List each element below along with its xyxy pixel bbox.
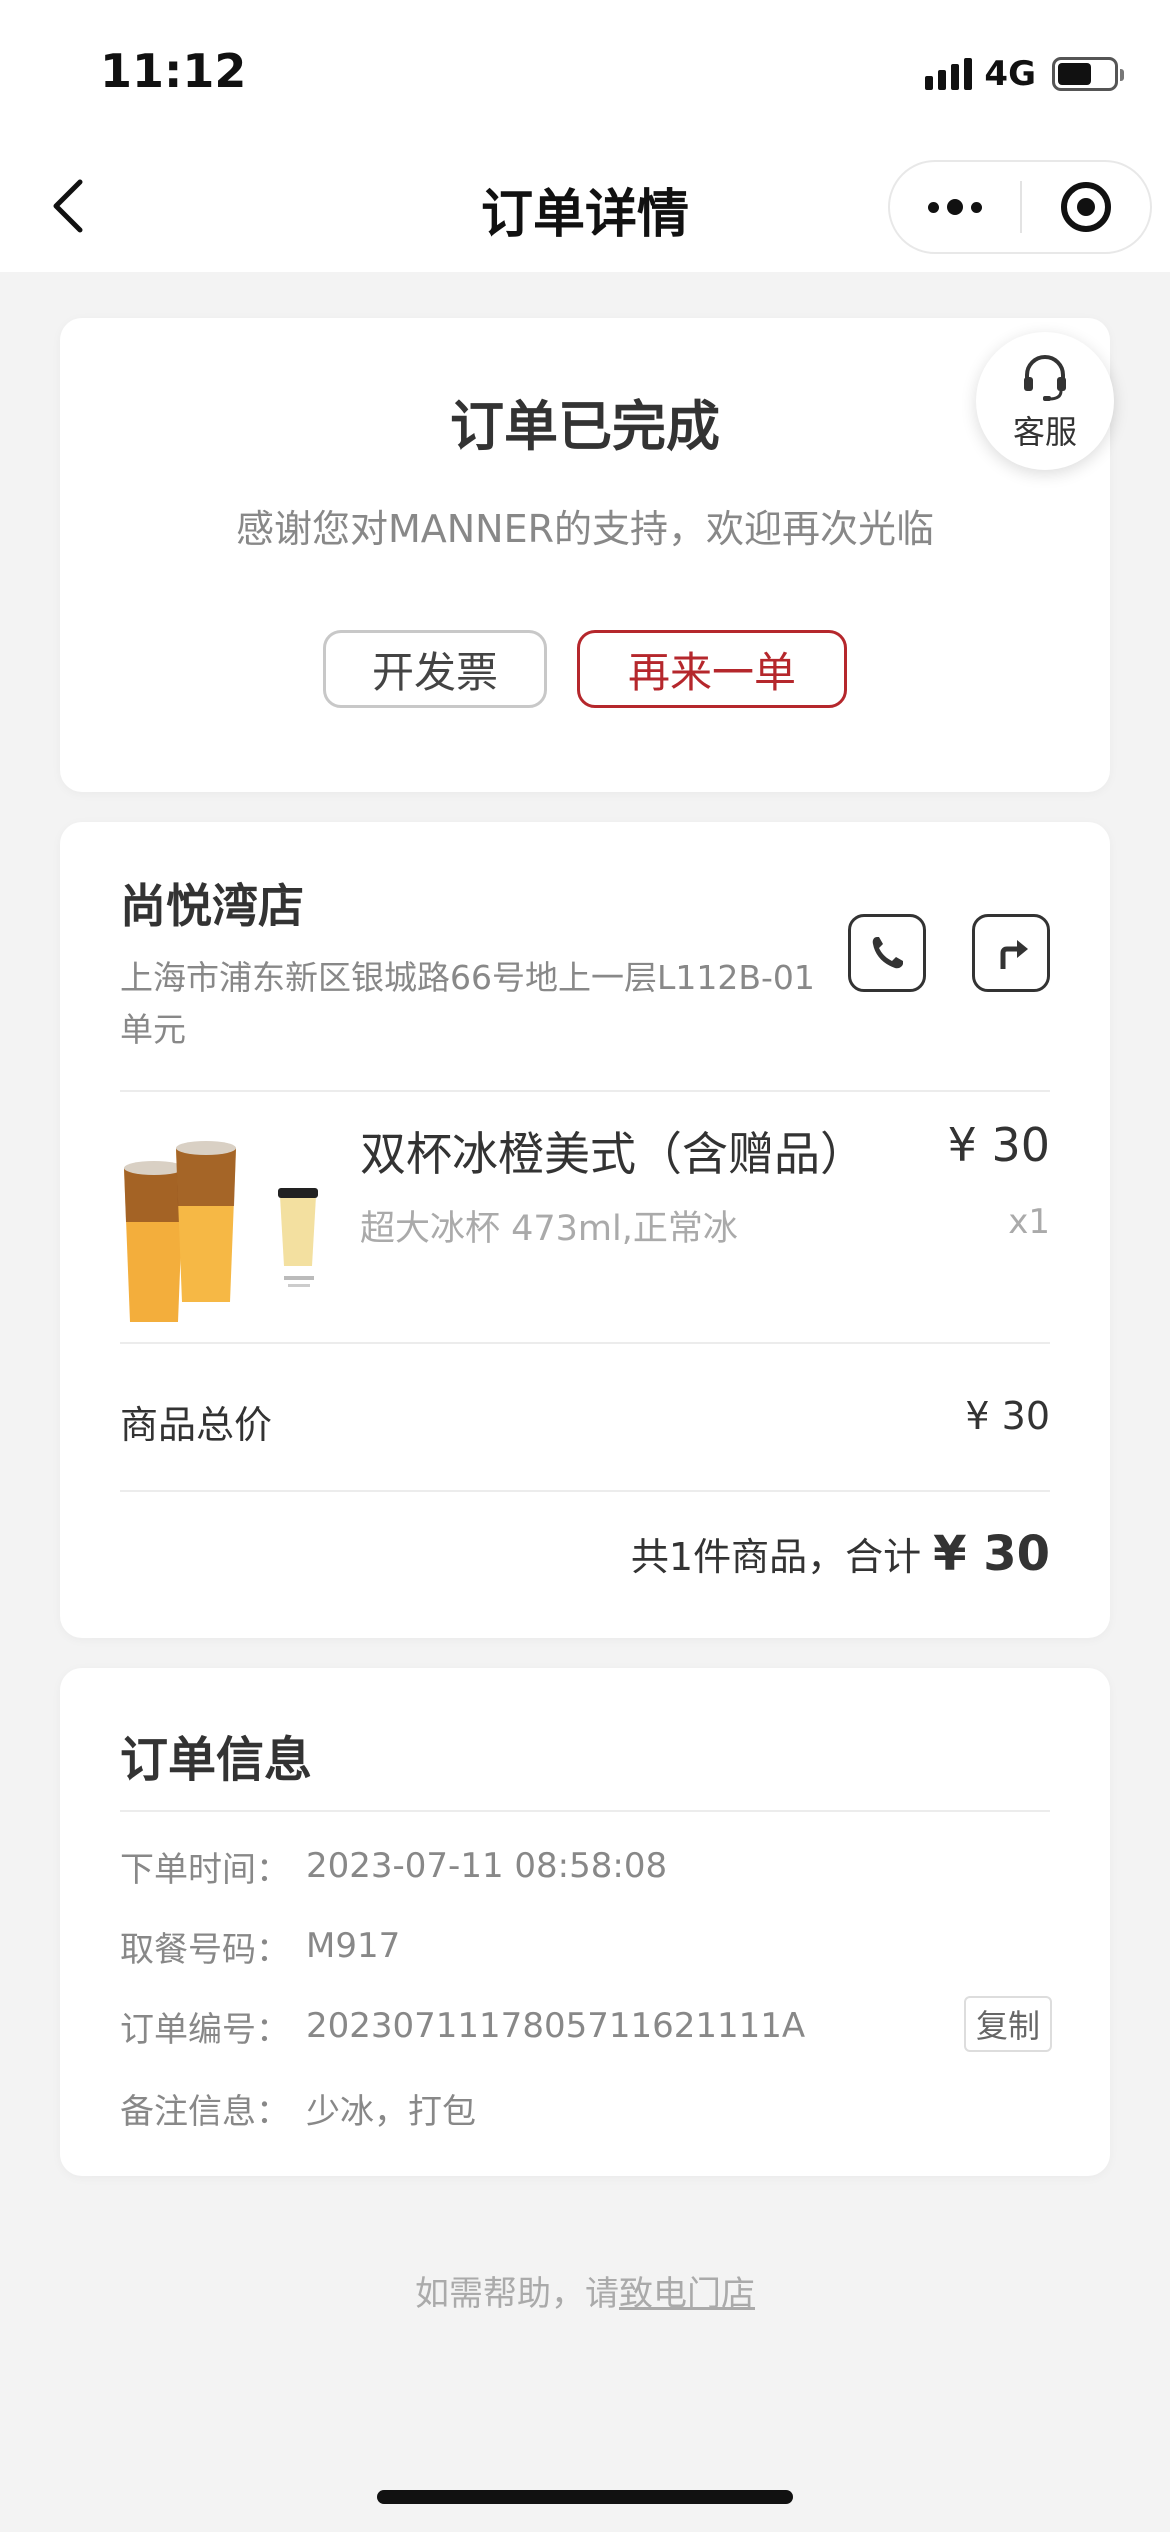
order-actions: 开发票 再来一单 — [60, 630, 1110, 708]
remarks-label: 备注信息： — [120, 2091, 290, 2132]
divider — [120, 1090, 1050, 1092]
order-time-row: 下单时间： 2023-07-11 08:58:08 — [120, 1836, 667, 1896]
order-time-value: 2023-07-11 08:58:08 — [306, 1846, 668, 1886]
product-price: ¥ 30 — [947, 1118, 1050, 1172]
remarks-value: 少冰，打包 — [306, 2091, 476, 2132]
order-status-title: 订单已完成 — [450, 395, 720, 458]
pickup-number-value: M917 — [306, 1926, 401, 1966]
product-image — [116, 1126, 336, 1326]
order-time-label: 下单时间： — [120, 1849, 290, 1890]
total-line: 共1件商品，合计 ¥ 30 — [631, 1526, 1050, 1582]
home-indicator — [377, 2490, 793, 2504]
more-dot-icon — [971, 201, 982, 213]
more-dot-icon — [928, 201, 939, 213]
close-miniprogram-button[interactable] — [1022, 162, 1150, 252]
more-button[interactable] — [890, 162, 1020, 252]
reorder-button[interactable]: 再来一单 — [577, 630, 847, 708]
product-spec: 超大冰杯 473ml,正常冰 — [360, 1209, 738, 1249]
call-store-button[interactable] — [848, 914, 926, 992]
more-dot-icon — [947, 199, 963, 215]
store-name: 尚悦湾店 — [120, 879, 304, 933]
battery-icon — [1052, 57, 1124, 91]
mini-program-capsule — [888, 160, 1152, 254]
phone-icon — [872, 937, 903, 969]
signal-icon — [925, 58, 973, 90]
remarks-row: 备注信息： 少冰，打包 — [120, 2078, 476, 2138]
divider — [120, 1810, 1050, 1812]
direction-icon — [1000, 940, 1028, 969]
help-footer: 如需帮助，请致电门店 — [0, 2266, 1170, 2315]
divider — [120, 1342, 1050, 1344]
product-name: 双杯冰橙美式（含赠品） — [360, 1127, 866, 1181]
order-number-value: 2023071117805711621111A — [306, 2006, 806, 2046]
divider — [120, 1490, 1050, 1492]
total-text: 共1件商品，合计 — [630, 1535, 922, 1579]
call-store-link[interactable]: 致电门店 — [619, 2274, 755, 2314]
store-address: 上海市浦东新区银城路66号地上一层L112B-01单元 — [120, 958, 815, 1049]
store-order-card: 尚悦湾店 上海市浦东新区银城路66号地上一层L112B-01单元 双杯冰橙美式（… — [60, 822, 1110, 1638]
help-text: 如需帮助，请 — [415, 2274, 619, 2314]
headset-icon — [1024, 355, 1066, 401]
order-status-subtitle: 感谢您对MANNER的支持，欢迎再次光临 — [235, 507, 935, 551]
network-label: 4G — [984, 54, 1036, 94]
order-info-title: 订单信息 — [120, 1732, 313, 1788]
status-time: 11:12 — [100, 44, 247, 98]
target-icon — [1061, 182, 1111, 232]
subtotal-value: ¥ 30 — [965, 1394, 1050, 1438]
order-info-card: 订单信息 下单时间： 2023-07-11 08:58:08 取餐号码： M91… — [60, 1668, 1110, 2176]
total-value: ¥ 30 — [933, 1526, 1050, 1582]
subtotal-label: 商品总价 — [120, 1403, 273, 1447]
status-indicators: 4G — [925, 52, 1124, 96]
navigate-store-button[interactable] — [972, 914, 1050, 992]
pickup-number-label: 取餐号码： — [120, 1929, 290, 1970]
top-bar: 11:12 4G 订单详情 — [0, 0, 1170, 272]
invoice-button[interactable]: 开发票 — [323, 630, 547, 708]
order-number-row: 订单编号： 2023071117805711621111A — [120, 1996, 805, 2056]
customer-service-label: 客服 — [1012, 413, 1077, 451]
copy-order-number-button[interactable]: 复制 — [964, 1996, 1052, 2052]
customer-service-button[interactable]: 客服 — [976, 332, 1114, 470]
pickup-number-row: 取餐号码： M917 — [120, 1916, 400, 1976]
product-quantity: x1 — [1008, 1202, 1050, 1242]
order-status-card: 订单已完成 感谢您对MANNER的支持，欢迎再次光临 开发票 再来一单 — [60, 318, 1110, 792]
order-number-label: 订单编号： — [120, 2009, 290, 2050]
